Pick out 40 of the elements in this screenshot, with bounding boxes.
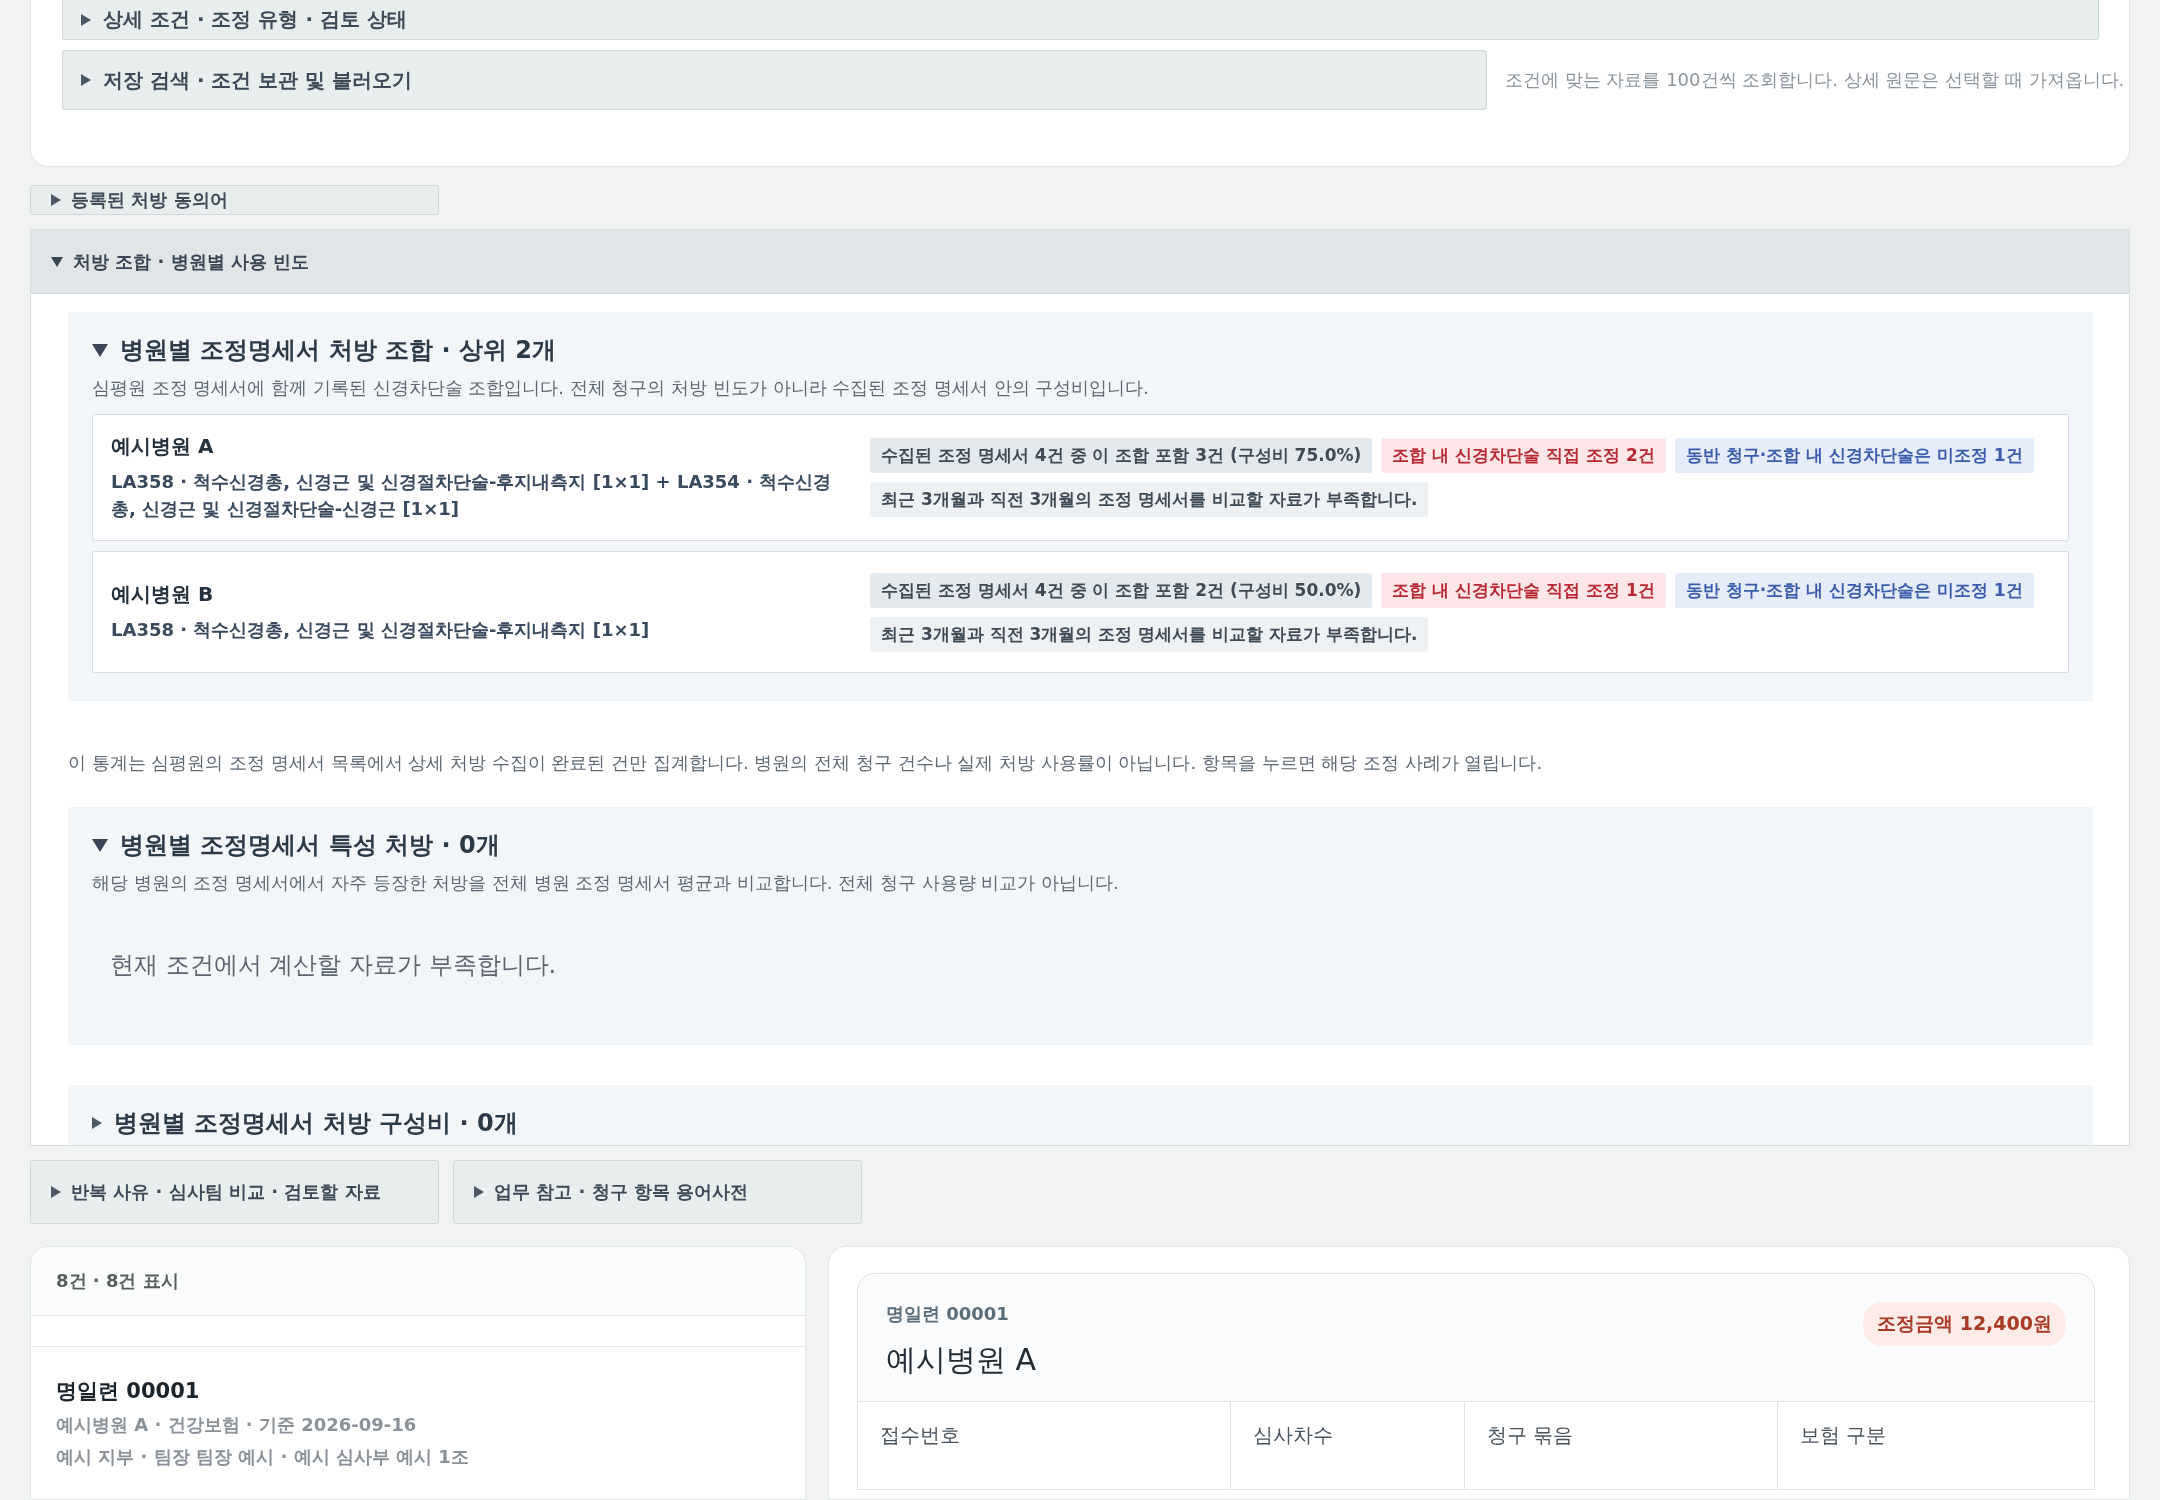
prescription-combo: LA358 · 척수신경총, 신경근 및 신경절차단술-후지내측지 [1×1] (111, 618, 651, 642)
synonyms-toggle[interactable]: 등록된 처방 동의어 (30, 185, 439, 215)
empty-message: 현재 조건에서 계산할 자료가 부족합니다. (110, 950, 558, 981)
field-label: 청구 묶음 (1487, 1423, 1574, 1447)
hospital-name: 예시병원 A (111, 433, 215, 460)
panel-description: 해당 병원의 조정 명세서에서 자주 등장한 처방을 전체 병원 조정 명세서 평균과 비교합니다. 전체 청구 사용량 비교가 아닙니다. (92, 871, 1120, 895)
case-title: 명일련 00001 (56, 1378, 201, 1405)
reference-toggle[interactable]: 반복 사유 · 심사팀 비교 · 검토할 자료 (30, 1160, 439, 1224)
hospital-card[interactable]: 예시병원 B LA358 · 척수신경총, 신경근 및 신경절차단술-후지내측지 [1×1] 수집된 조정 명세서 4건 중 이 조합 포함 2건 (구성비 50.0%) 조합 내 신경차단술 직접 조정 1건 동반 청구·조합 내 신경차단술은 미조정 1건 최근 3개월과 직전 3개월의 조정 명세서를 비교할 자료가 부족합니다. (92, 551, 2069, 673)
statistics-note: 이 통계는 심평원의 조정 명세서 목록에서 상세 처방 수집이 완료된 건만 집계합니다. 병원의 전체 청구 건수나 실제 처방 사용률이 아닙니다. 항목을 누르면 해당 조정 사례가 열립니다. (68, 751, 1544, 775)
adjustment-amount: 조정금액 12,400원 (1863, 1302, 2066, 1346)
query-note: 조건에 맞는 자료를 100건씩 조회합니다. 상세 원문은 선택할 때 가져옵니다. (1505, 68, 2125, 92)
stat-tag: 수집된 조정 명세서 4건 중 이 조합 포함 3건 (구성비 75.0%) (870, 438, 1373, 473)
case-meta: 예시병원 A · 건강보험 · 기준 2026-09-16 (56, 1413, 418, 1437)
field-label: 심사차수 (1253, 1423, 1333, 1447)
stat-tag: 수집된 조정 명세서 4건 중 이 조합 포함 2건 (구성비 50.0%) (870, 572, 1373, 608)
filter-section-toggle[interactable]: 저장 검색 · 조건 보관 및 불러오기 (62, 50, 1487, 110)
hospital-card[interactable] (92, 414, 2069, 541)
field-label: 보험 구분 (1800, 1423, 1887, 1447)
frequency-section-toggle[interactable]: 처방 조합 · 병원별 사용 빈도 (31, 230, 2129, 294)
stat-tag: 조합 내 신경차단술 직접 조정 2건 (1381, 438, 1666, 473)
panel-toggle[interactable]: 병원별 조정명세서 특성 처방 · 0개 (92, 829, 2069, 861)
case-team: 예시 지부 · 팀장 팀장 예시 · 예시 심사부 예시 1조 (56, 1445, 470, 1469)
case-serial: 명일련 00001 (886, 1302, 1010, 1326)
field-label: 접수번호 (880, 1423, 960, 1447)
prescription-combo: LA358 · 척수신경총, 신경근 및 신경절차단술-후지내측지 [1×1] + LA354 · 척수신경총, 신경근 및 신경절차단술-신경근 [1×1] (111, 470, 833, 521)
stat-tag: 조합 내 신경차단술 직접 조정 1건 (1381, 572, 1666, 608)
stat-tag: 동반 청구·조합 내 신경차단술은 미조정 1건 (1674, 572, 2034, 608)
result-count: 8건 · 8건 표시 (56, 1270, 179, 1291)
reference-toggle[interactable]: 업무 참고 · 청구 항목 용어사전 (453, 1160, 862, 1224)
case-item[interactable]: 명일련 00001 예시병원 A · 건강보험 · 기준 2026-09-16 예시 지부 · 팀장 팀장 예시 · 예시 심사부 예시 1조 (31, 1347, 805, 1499)
stat-tag: 동반 청구·조합 내 신경차단술은 미조정 1건 (1674, 438, 2034, 473)
panel-toggle[interactable]: 병원별 조정명세서 처방 구성비 · 0개 (92, 1107, 2069, 1139)
hospital-title: 예시병원 A (886, 1341, 1037, 1379)
filter-section-toggle[interactable]: 상세 조건 · 조정 유형 · 검토 상태 (62, 0, 2099, 40)
panel-toggle[interactable]: 병원별 조정명세서 처방 조합 · 상위 2개 (92, 334, 2069, 366)
trend-tag: 최근 3개월과 직전 3개월의 조정 명세서를 비교할 자료가 부족합니다. (870, 616, 1429, 652)
hospital-name: 예시병원 B (111, 581, 215, 608)
trend-tag: 최근 3개월과 직전 3개월의 조정 명세서를 비교할 자료가 부족합니다. (870, 482, 1429, 517)
panel-description: 심평원 조정 명세서에 함께 기록된 신경차단술 조합입니다. 전체 청구의 처방 빈도가 아니라 수집된 조정 명세서 안의 구성비입니다. (92, 376, 1150, 400)
